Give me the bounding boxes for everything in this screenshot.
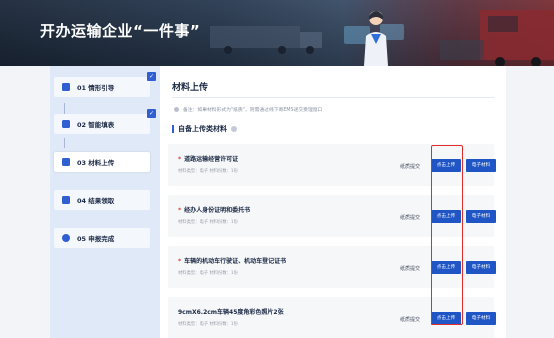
upload-icon: [62, 158, 70, 166]
required-mark: *: [178, 258, 182, 265]
step-5[interactable]: 05 申报完成: [54, 228, 150, 248]
e-material-button[interactable]: 电子材料: [466, 159, 496, 172]
step-connector: [64, 138, 65, 148]
paper-submit-label: 纸质提交: [400, 215, 421, 221]
e-material-button[interactable]: 电子材料: [466, 210, 496, 223]
check-icon: ✓: [147, 109, 156, 118]
material-title: 9cmX6.2cm车辆45度角彩色照片2张: [178, 309, 284, 316]
material-title-text: 车辆的机动车行驶证、机动车登记证书: [184, 258, 287, 265]
truck-illustration: [210, 26, 322, 54]
header-banner: 开办运输企业“一件事”: [0, 0, 554, 66]
step-label: 05 申报完成: [77, 235, 115, 243]
step-label: 04 结果领取: [77, 197, 115, 205]
paper-submit-label: 纸质提交: [400, 266, 421, 272]
required-mark: *: [178, 207, 182, 214]
required-mark: *: [178, 156, 182, 163]
step-3[interactable]: 03 材料上传: [54, 152, 150, 172]
step-4[interactable]: 04 结果领取: [54, 190, 150, 210]
note-text: 备注：如果材料形式为"纸质"，则需通过线下寄EMS递交受理窗口: [174, 106, 322, 113]
e-material-button[interactable]: 电子材料: [466, 312, 496, 325]
accent-bar: [172, 125, 174, 133]
step-label: 01 情形引导: [77, 84, 115, 92]
help-icon[interactable]: [231, 126, 237, 132]
material-title: * 车辆的机动车行驶证、机动车登记证书: [178, 256, 286, 265]
section-title: 自备上传类材料: [172, 124, 237, 134]
material-meta: 材料类型：电子 材料份数：1份: [178, 220, 238, 225]
material-title-text: 经办人身份证明和委托书: [184, 207, 251, 214]
complete-icon: [62, 234, 70, 242]
info-icon: [174, 107, 179, 112]
step-sidebar: 01 情形引导 ✓ 02 智能填表 ✓ 03 材料上传 04 结果领取 05 申…: [50, 66, 160, 338]
section-label: 自备上传类材料: [178, 125, 227, 133]
step-label: 03 材料上传: [77, 159, 115, 167]
form-icon: [62, 120, 70, 128]
material-meta: 材料类型：电子 材料份数：1份: [178, 169, 238, 174]
red-truck-illustration: [440, 10, 554, 66]
page-title: 开办运输企业“一件事”: [40, 22, 201, 40]
step-1[interactable]: 01 情形引导 ✓: [54, 72, 156, 97]
step-label: 02 智能填表: [77, 121, 115, 129]
check-icon: ✓: [147, 72, 156, 81]
material-meta: 材料类型：电子 材料份数：1份: [178, 322, 238, 327]
paper-submit-label: 纸质提交: [400, 317, 421, 323]
upload-highlight-box: [431, 145, 463, 325]
divider: [172, 97, 494, 98]
note-label: 备注：如果材料形式为"纸质"，则需通过线下寄EMS递交受理窗口: [183, 108, 323, 113]
step-2[interactable]: 02 智能填表 ✓: [54, 109, 156, 134]
paper-submit-label: 纸质提交: [400, 164, 421, 170]
result-icon: [62, 196, 70, 204]
material-meta: 材料类型：电子 材料份数：1份: [178, 271, 238, 276]
material-title: * 道路运输经营许可证: [178, 154, 238, 163]
section-heading: 材料上传: [172, 83, 209, 93]
person-illustration: [344, 11, 404, 66]
e-material-button[interactable]: 电子材料: [466, 261, 496, 274]
guide-icon: [62, 83, 70, 91]
material-title-text: 道路运输经营许可证: [184, 156, 239, 163]
material-title: * 经办人身份证明和委托书: [178, 205, 250, 214]
